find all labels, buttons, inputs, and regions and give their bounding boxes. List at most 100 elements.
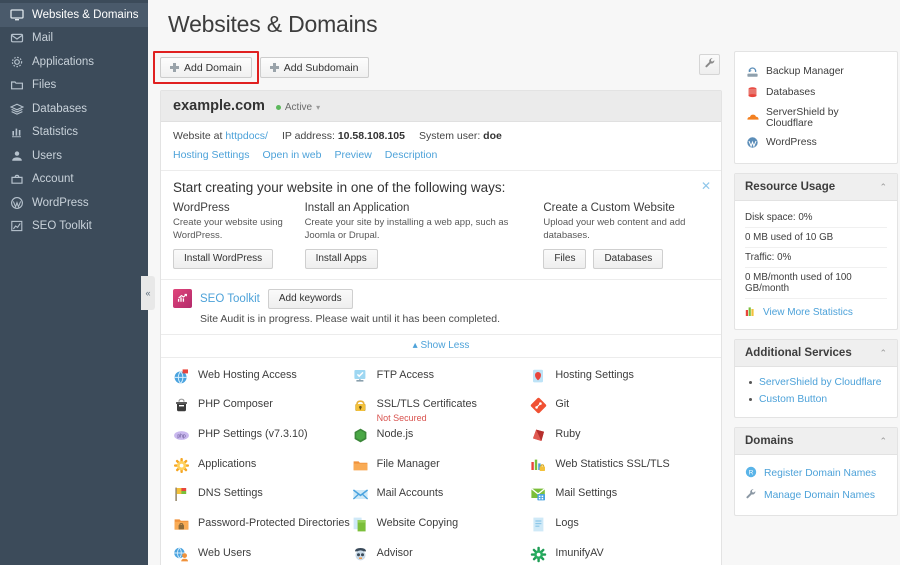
tool-logs[interactable]: Logs (530, 515, 709, 545)
domain-toolbar: Add Domain Add Subdomain (160, 51, 722, 84)
tools-grid: Web Hosting Access FTP Access (161, 357, 721, 565)
tool-php-composer[interactable]: PHP Composer (173, 396, 352, 426)
tool-label: ImunifyAV (555, 546, 603, 560)
briefcase-icon (10, 172, 24, 186)
tool-nodejs[interactable]: Node.js (352, 426, 531, 456)
description-link[interactable]: Description (385, 149, 438, 161)
sidebar-collapse-handle[interactable]: « (141, 276, 155, 310)
sidebar-item-label: Databases (32, 103, 87, 115)
promo-description: Create your website using WordPress. (173, 217, 305, 243)
chevron-up-icon: ⌃ (879, 182, 887, 193)
hosting-settings-link[interactable]: Hosting Settings (173, 149, 249, 161)
sidebar-item-users[interactable]: Users (0, 144, 148, 168)
tool-file-manager[interactable]: File Manager (352, 456, 531, 486)
seo-status-note: Site Audit is in progress. Please wait u… (173, 313, 709, 325)
tool-label: Web Hosting Access (198, 368, 297, 382)
sidebar-item-account[interactable]: Account (0, 168, 148, 192)
seo-toolkit-link[interactable]: SEO Toolkit (200, 293, 260, 305)
sidebar-item-statistics[interactable]: Statistics (0, 121, 148, 145)
files-button[interactable]: Files (543, 249, 586, 269)
additional-services-header[interactable]: Additional Services ⌃ (735, 340, 897, 367)
main-sidebar: Websites & Domains Mail Applications Fil… (0, 0, 148, 565)
sidebar-item-mail[interactable]: Mail (0, 27, 148, 51)
tool-web-hosting-access[interactable]: Web Hosting Access (173, 367, 352, 397)
add-keywords-button[interactable]: Add keywords (268, 289, 353, 309)
wrench-icon (704, 56, 716, 74)
tool-hosting-settings[interactable]: Hosting Settings (530, 367, 709, 397)
tool-label: Git (555, 397, 569, 411)
promo-column-application: Install an Application Create your site … (305, 202, 544, 269)
sidebar-item-seo-toolkit[interactable]: SEO Toolkit (0, 215, 148, 239)
quick-link-label: Databases (766, 87, 815, 98)
tool-dns-settings[interactable]: DNS Settings (173, 485, 352, 515)
quick-link-wordpress[interactable]: WordPress (745, 132, 887, 153)
tool-password-protected-directories[interactable]: Password-Protected Directories (173, 515, 352, 545)
register-domain-icon: R (745, 466, 757, 481)
install-wordpress-button[interactable]: Install WordPress (173, 249, 273, 269)
plus-icon (270, 63, 279, 72)
sidebar-item-applications[interactable]: Applications (0, 50, 148, 74)
tool-mail-accounts[interactable]: Mail Accounts (352, 485, 531, 515)
tool-ruby[interactable]: Ruby (530, 426, 709, 456)
resource-usage-header[interactable]: Resource Usage ⌃ (735, 174, 897, 201)
tool-web-users[interactable]: Web Users (173, 545, 352, 565)
tool-label: Node.js (377, 427, 414, 441)
additional-service-servershield[interactable]: ServerShield by Cloudflare (745, 374, 887, 391)
sidebar-item-databases[interactable]: Databases (0, 97, 148, 121)
panel-title: Resource Usage (745, 181, 835, 193)
monitor-icon (10, 8, 24, 22)
show-less-toggle[interactable]: ▴ Show Less (161, 334, 721, 357)
domains-panel-header[interactable]: Domains ⌃ (735, 428, 897, 455)
sidebar-item-files[interactable]: Files (0, 74, 148, 98)
tool-advisor[interactable]: Advisor (352, 545, 531, 565)
additional-service-label: ServerShield by Cloudflare (759, 377, 881, 388)
domain-link-label: Register Domain Names (764, 468, 876, 479)
database-red-icon (745, 86, 759, 100)
tool-ftp-access[interactable]: FTP Access (352, 367, 531, 397)
databases-button[interactable]: Databases (593, 249, 663, 269)
quick-link-databases[interactable]: Databases (745, 82, 887, 103)
git-icon (530, 397, 547, 414)
additional-service-label: Custom Button (759, 394, 827, 405)
promo-columns: WordPress Create your website using Word… (173, 202, 709, 269)
additional-service-custom-button[interactable]: Custom Button (745, 391, 887, 408)
tool-imunifyav[interactable]: ImunifyAV (530, 545, 709, 565)
center-column: Add Domain Add Subdomain exa (160, 51, 722, 565)
sidebar-item-wordpress[interactable]: WordPress (0, 191, 148, 215)
tool-php-settings[interactable]: php PHP Settings (v7.3.10) (173, 426, 352, 456)
install-apps-button[interactable]: Install Apps (305, 249, 378, 269)
close-icon[interactable]: ✕ (701, 180, 711, 192)
add-subdomain-button[interactable]: Add Subdomain (260, 57, 369, 78)
sidebar-item-label: WordPress (32, 197, 89, 209)
view-more-statistics-link[interactable]: View More Statistics (745, 299, 887, 320)
locked-folder-icon (173, 516, 190, 533)
sidebar-item-label: Statistics (32, 126, 78, 138)
tool-web-statistics-ssl-tls[interactable]: Web Statistics SSL/TLS (530, 456, 709, 486)
toolbar-settings-button[interactable] (699, 54, 720, 75)
bar-chart-icon (10, 125, 24, 139)
promo-title: Start creating your website in one of th… (173, 180, 709, 195)
chevron-up-icon: ⌃ (879, 348, 887, 359)
domain-header: example.com Active ▾ (161, 91, 721, 122)
tool-label: DNS Settings (198, 486, 263, 500)
register-domain-names-link[interactable]: R Register Domain Names (745, 462, 887, 484)
add-subdomain-label: Add Subdomain (284, 62, 359, 74)
tool-mail-settings[interactable]: Mail Settings (530, 485, 709, 515)
gear-icon (10, 55, 24, 69)
add-domain-button[interactable]: Add Domain (160, 57, 252, 78)
manage-domain-names-link[interactable]: Manage Domain Names (745, 484, 887, 506)
tool-website-copying[interactable]: Website Copying (352, 515, 531, 545)
tool-applications[interactable]: Applications (173, 456, 352, 486)
seo-chart-icon (10, 219, 24, 233)
quick-link-servershield-cloudflare[interactable]: ServerShield by Cloudflare (745, 103, 887, 132)
sidebar-item-websites-domains[interactable]: Websites & Domains (0, 3, 148, 27)
status-badge[interactable]: Active ▾ (276, 102, 320, 113)
quick-link-backup-manager[interactable]: Backup Manager (745, 61, 887, 82)
open-in-web-link[interactable]: Open in web (262, 149, 321, 161)
tool-ssl-tls-certificates[interactable]: SSL/TLS Certificates Not Secured (352, 396, 531, 426)
httpdocs-link[interactable]: httpdocs/ (225, 130, 268, 142)
preview-link[interactable]: Preview (334, 149, 371, 161)
sidebar-item-label: Applications (32, 56, 94, 68)
tool-label: Hosting Settings (555, 368, 634, 382)
tool-git[interactable]: Git (530, 396, 709, 426)
